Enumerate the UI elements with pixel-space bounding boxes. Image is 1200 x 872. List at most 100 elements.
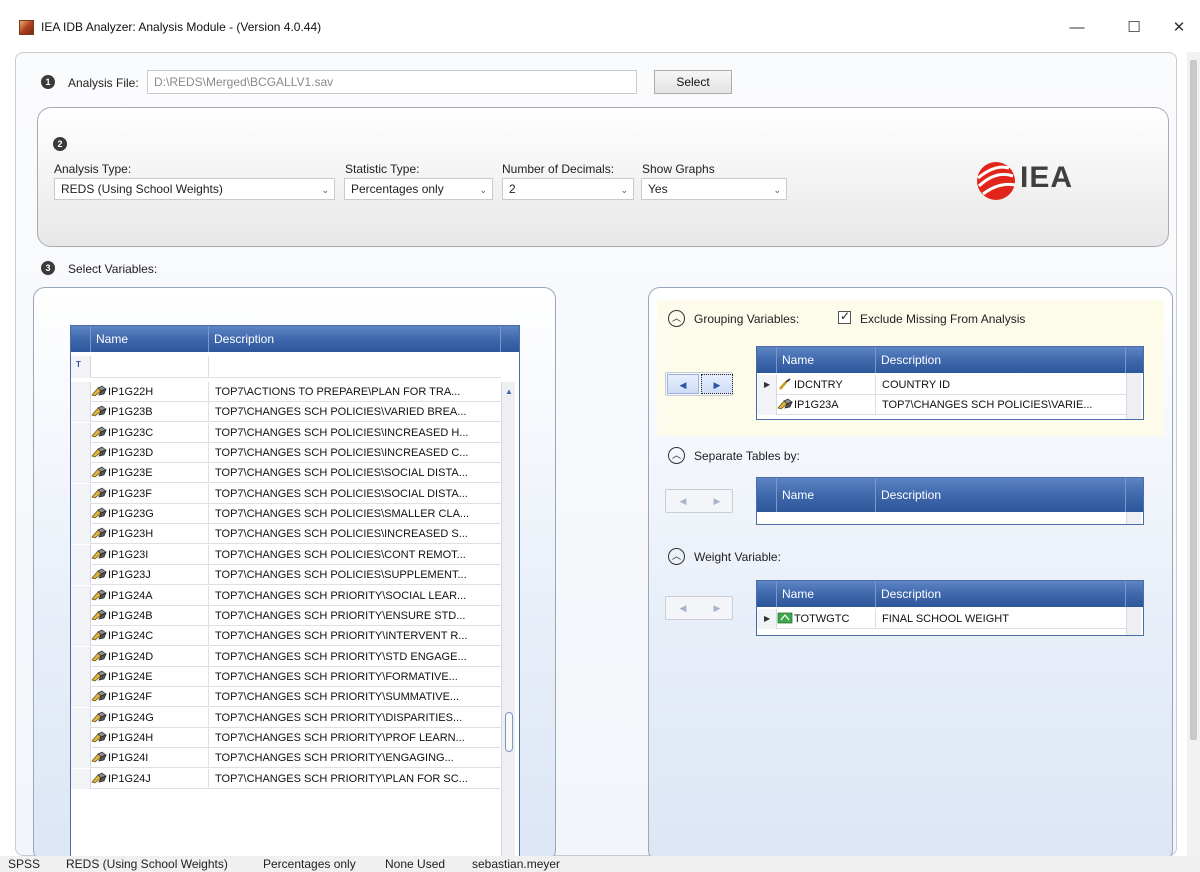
row-indicator[interactable]	[71, 666, 91, 687]
filter-row[interactable]: T	[71, 356, 501, 378]
table-row[interactable]: IP1G23B TOP7\CHANGES SCH POLICIES\VARIED …	[71, 402, 501, 423]
column-header-name[interactable]: Name	[777, 478, 876, 512]
available-variables-grid[interactable]: Name Description T IP1G22H TOP7\ACTIONS T…	[70, 325, 520, 865]
row-indicator[interactable]	[71, 463, 91, 484]
select-file-button[interactable]: Select	[654, 70, 732, 94]
table-row[interactable]: IP1G24E TOP7\CHANGES SCH PRIORITY\FORMATI…	[71, 666, 501, 687]
row-indicator[interactable]	[71, 727, 91, 748]
decimals-select[interactable]: 2 ⌄	[502, 178, 634, 200]
table-row[interactable]: IP1G24F TOP7\CHANGES SCH PRIORITY\SUMMATI…	[71, 687, 501, 708]
variable-description-cell: TOP7\CHANGES SCH POLICIES\SUPPLEMENT...	[209, 565, 501, 585]
window-scrollbar-thumb[interactable]	[1190, 60, 1197, 740]
variable-description: TOP7\CHANGES SCH PRIORITY\STD ENGAGE...	[215, 650, 467, 663]
chevron-up-icon[interactable]: ︿	[668, 447, 685, 464]
table-row[interactable]: IP1G24H TOP7\CHANGES SCH PRIORITY\PROF LE…	[71, 727, 501, 748]
variable-name: IP1G23I	[108, 548, 149, 561]
variables-scrollbar[interactable]: ▲	[501, 382, 515, 864]
variable-name: IP1G23F	[108, 487, 153, 500]
variable-description: TOP7\CHANGES SCH POLICIES\SUPPLEMENT...	[215, 569, 467, 582]
row-indicator[interactable]	[71, 565, 91, 586]
table-row[interactable]: IP1G24J TOP7\CHANGES SCH PRIORITY\PLAN FO…	[71, 768, 501, 789]
column-header-name[interactable]: Name	[777, 347, 876, 373]
scroll-up-icon[interactable]: ▲	[505, 387, 513, 396]
table-row[interactable]: ▶ TOTWGTC FINAL SCHOOL WEIGHT	[757, 609, 1126, 629]
arrow-left-icon[interactable]: ◀	[667, 491, 699, 511]
column-header-description[interactable]: Description	[876, 347, 1126, 373]
row-indicator[interactable]	[71, 646, 91, 667]
variable-description-cell: TOP7\CHANGES SCH PRIORITY\ENGAGING...	[209, 748, 501, 768]
row-indicator[interactable]	[71, 768, 91, 789]
table-row[interactable]: IP1G24I TOP7\CHANGES SCH PRIORITY\ENGAGIN…	[71, 748, 501, 769]
filter-icon[interactable]: T	[76, 360, 81, 369]
row-indicator[interactable]	[71, 382, 91, 402]
row-indicator[interactable]	[71, 443, 91, 464]
statistic-type-select[interactable]: Percentages only ⌄	[344, 178, 493, 200]
table-row[interactable]: IP1G23I TOP7\CHANGES SCH POLICIES\CONT RE…	[71, 544, 501, 565]
column-header-name[interactable]: Name	[777, 581, 876, 607]
table-row[interactable]: IP1G24B TOP7\CHANGES SCH PRIORITY\ENSURE …	[71, 605, 501, 626]
arrow-left-icon[interactable]: ◀	[667, 374, 699, 394]
close-button[interactable]: ✕	[1164, 18, 1194, 40]
table-row[interactable]: IP1G23A TOP7\CHANGES SCH POLICIES\VARIE..…	[757, 395, 1126, 415]
title-bar: IEA IDB Analyzer: Analysis Module - (Ver…	[0, 0, 1200, 44]
exclude-missing-checkbox[interactable]	[838, 309, 851, 324]
arrow-left-icon[interactable]: ◀	[667, 598, 699, 618]
column-header-description[interactable]: Description	[876, 478, 1126, 512]
table-row[interactable]: IP1G22H TOP7\ACTIONS TO PREPARE\PLAN FOR …	[71, 382, 501, 402]
row-indicator[interactable]: ▶	[757, 375, 777, 395]
table-row[interactable]: IP1G23E TOP7\CHANGES SCH POLICIES\SOCIAL …	[71, 463, 501, 484]
column-header-description[interactable]: Description	[876, 581, 1126, 607]
row-indicator[interactable]	[71, 748, 91, 769]
chevron-up-icon[interactable]: ︿	[668, 548, 685, 565]
variable-description-cell: TOP7\CHANGES SCH POLICIES\INCREASED H...	[209, 423, 501, 443]
variables-scrollbar-thumb[interactable]	[505, 712, 513, 752]
show-graphs-select[interactable]: Yes ⌄	[641, 178, 787, 200]
arrow-right-icon[interactable]: ▶	[701, 374, 733, 394]
weight-variable-grid[interactable]: Name Description ▶ TOTWGTC FINAL SCHOOL WE…	[756, 580, 1144, 636]
row-indicator[interactable]	[71, 483, 91, 504]
table-row[interactable]: ▶ IDCNTRY COUNTRY ID	[757, 375, 1126, 395]
row-indicator[interactable]	[71, 687, 91, 708]
row-indicator[interactable]	[71, 402, 91, 423]
weight-scrollbar[interactable]	[1126, 607, 1141, 635]
table-row[interactable]: IP1G24C TOP7\CHANGES SCH PRIORITY\INTERVE…	[71, 626, 501, 647]
row-indicator[interactable]	[757, 395, 777, 415]
table-row[interactable]: IP1G24A TOP7\CHANGES SCH PRIORITY\SOCIAL …	[71, 585, 501, 606]
variable-icon	[91, 650, 107, 661]
row-indicator[interactable]	[71, 626, 91, 647]
table-row[interactable]: IP1G23D TOP7\CHANGES SCH POLICIES\INCREAS…	[71, 443, 501, 464]
separate-tables-grid[interactable]: Name Description	[756, 477, 1144, 525]
table-row[interactable]: IP1G23H TOP7\CHANGES SCH POLICIES\INCREAS…	[71, 524, 501, 545]
analysis-type-select[interactable]: REDS (Using School Weights) ⌄	[54, 178, 335, 200]
column-header-name[interactable]: Name	[91, 326, 209, 352]
grouping-variables-grid[interactable]: Name Description ▶ IDCNTRY COUNTRY ID IP1G2…	[756, 346, 1144, 420]
grouping-scrollbar[interactable]	[1126, 373, 1141, 419]
variable-name-cell: IP1G23H	[91, 524, 209, 545]
table-row[interactable]: IP1G24D TOP7\CHANGES SCH PRIORITY\STD ENG…	[71, 646, 501, 667]
row-indicator[interactable]: ▶	[757, 609, 777, 629]
row-indicator[interactable]	[71, 524, 91, 545]
arrow-right-icon[interactable]: ▶	[701, 598, 733, 618]
row-indicator[interactable]	[71, 605, 91, 626]
table-row[interactable]: IP1G23J TOP7\CHANGES SCH POLICIES\SUPPLEM…	[71, 565, 501, 586]
row-indicator[interactable]	[71, 504, 91, 525]
variable-name-cell: IDCNTRY	[777, 375, 876, 395]
minimize-button[interactable]: —	[1062, 18, 1092, 40]
table-row[interactable]: IP1G23C TOP7\CHANGES SCH POLICIES\INCREAS…	[71, 422, 501, 443]
table-row[interactable]: IP1G23F TOP7\CHANGES SCH POLICIES\SOCIAL …	[71, 483, 501, 504]
table-row[interactable]: IP1G23G TOP7\CHANGES SCH POLICIES\SMALLER…	[71, 504, 501, 525]
row-indicator[interactable]	[71, 422, 91, 443]
row-indicator[interactable]	[71, 585, 91, 606]
chevron-up-icon[interactable]: ︿	[668, 310, 685, 327]
column-header-description[interactable]: Description	[209, 326, 501, 352]
window-scrollbar[interactable]	[1187, 52, 1200, 856]
arrow-right-icon[interactable]: ▶	[701, 491, 733, 511]
table-row[interactable]: IP1G24G TOP7\CHANGES SCH PRIORITY\DISPARI…	[71, 707, 501, 728]
analysis-file-input[interactable]: D:\REDS\Merged\BCGALLV1.sav	[147, 70, 637, 94]
row-indicator[interactable]	[71, 707, 91, 728]
separate-tables-scrollbar[interactable]	[1126, 512, 1141, 524]
analysis-type-value: REDS (Using School Weights)	[61, 182, 223, 196]
row-indicator[interactable]	[71, 544, 91, 565]
maximize-button[interactable]: ☐	[1119, 18, 1149, 40]
variable-icon	[777, 398, 793, 410]
